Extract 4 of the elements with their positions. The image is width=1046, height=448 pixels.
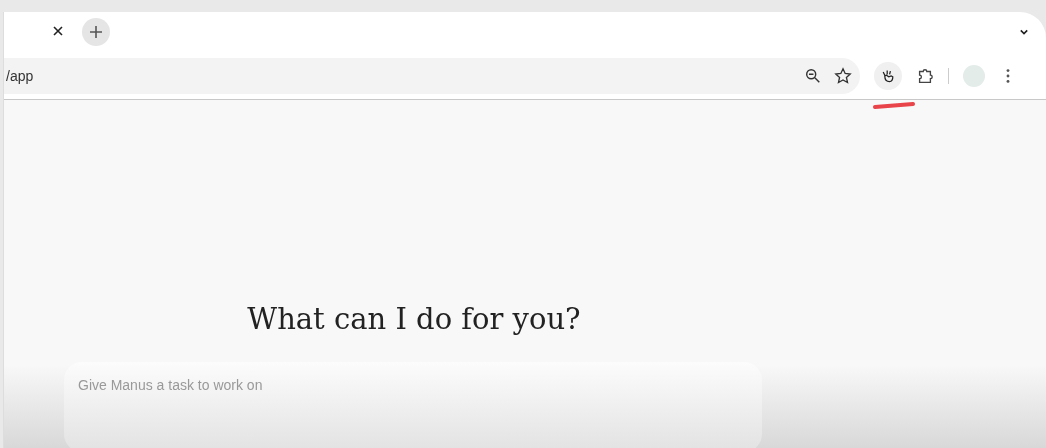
page-heading: What can I do for you?	[246, 301, 582, 336]
url-text: /app	[6, 67, 35, 84]
task-input-field[interactable]: Give Manus a task to work on	[78, 376, 748, 394]
address-bar[interactable]: /app	[4, 57, 860, 94]
